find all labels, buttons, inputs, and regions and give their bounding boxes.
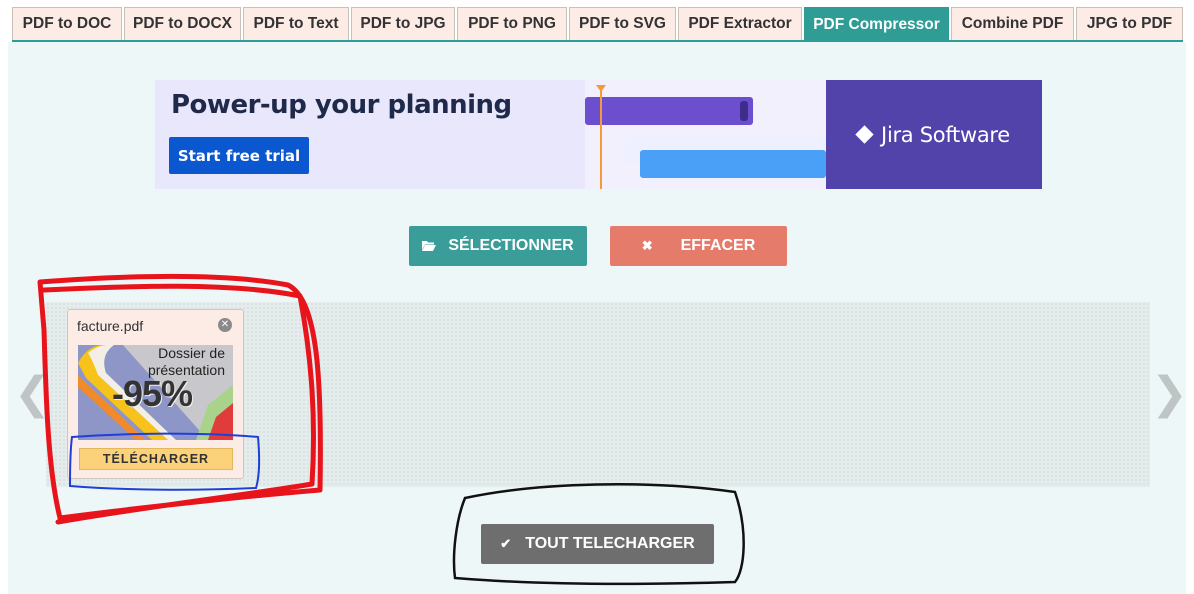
remove-file-icon[interactable]: ✕: [218, 318, 232, 332]
file-thumbnail: Dossier de présentation -95%: [78, 345, 233, 440]
tab-pdf-compressor[interactable]: PDF Compressor: [804, 7, 949, 41]
file-card: facture.pdf ✕ Dossier de présentation -9…: [67, 309, 244, 479]
ad-brand-panel: Jira Software: [826, 80, 1042, 189]
tab-pdf-to-doc[interactable]: PDF to DOC: [12, 7, 122, 40]
previous-arrow-icon[interactable]: ❮: [14, 372, 51, 416]
next-arrow-icon[interactable]: ❯: [1151, 372, 1188, 416]
ad-bar-blue: [640, 150, 826, 178]
ad-today-line: [600, 88, 602, 189]
download-all-label: TOUT TELECHARGER: [525, 535, 695, 552]
tab-pdf-extractor[interactable]: PDF Extractor: [678, 7, 802, 40]
ad-banner[interactable]: Power-up your planning Start free trial …: [155, 80, 1042, 189]
tab-jpg-to-pdf[interactable]: JPG to PDF: [1076, 7, 1183, 40]
check-icon: ✔: [500, 536, 512, 551]
file-name: facture.pdf: [77, 318, 144, 334]
ad-brand-name: Jira Software: [881, 122, 1010, 147]
ad-cta-button[interactable]: Start free trial: [169, 137, 309, 174]
x-icon: ✖: [641, 238, 653, 253]
ad-bar-purple: [585, 97, 753, 125]
tab-pdf-to-jpg[interactable]: PDF to JPG: [351, 7, 455, 40]
select-button[interactable]: SÉLECTIONNER: [409, 226, 587, 266]
ad-headline: Power-up your planning: [171, 90, 512, 120]
jira-diamond-icon: [855, 125, 874, 144]
ad-text-area: Power-up your planning Start free trial: [155, 80, 585, 189]
ad-bar-handle: [740, 101, 748, 121]
ad-timeline-graphic: [585, 80, 826, 189]
tab-bar: PDF to DOC PDF to DOCX PDF to Text PDF t…: [12, 7, 1183, 41]
download-all-button[interactable]: ✔ TOUT TELECHARGER: [481, 524, 714, 564]
tab-pdf-to-text[interactable]: PDF to Text: [243, 7, 349, 40]
select-label: SÉLECTIONNER: [448, 237, 574, 254]
download-button[interactable]: TÉLÉCHARGER: [79, 448, 233, 470]
folder-open-icon: [422, 239, 437, 254]
tab-pdf-to-png[interactable]: PDF to PNG: [457, 7, 567, 40]
ad-today-marker: [596, 85, 606, 92]
clear-label: EFFACER: [680, 237, 756, 254]
tab-pdf-to-docx[interactable]: PDF to DOCX: [124, 7, 241, 40]
clear-button[interactable]: ✖ EFFACER: [610, 226, 787, 266]
tab-pdf-to-svg[interactable]: PDF to SVG: [569, 7, 676, 40]
compression-percentage: -95%: [112, 373, 193, 414]
tab-combine-pdf[interactable]: Combine PDF: [951, 7, 1074, 40]
